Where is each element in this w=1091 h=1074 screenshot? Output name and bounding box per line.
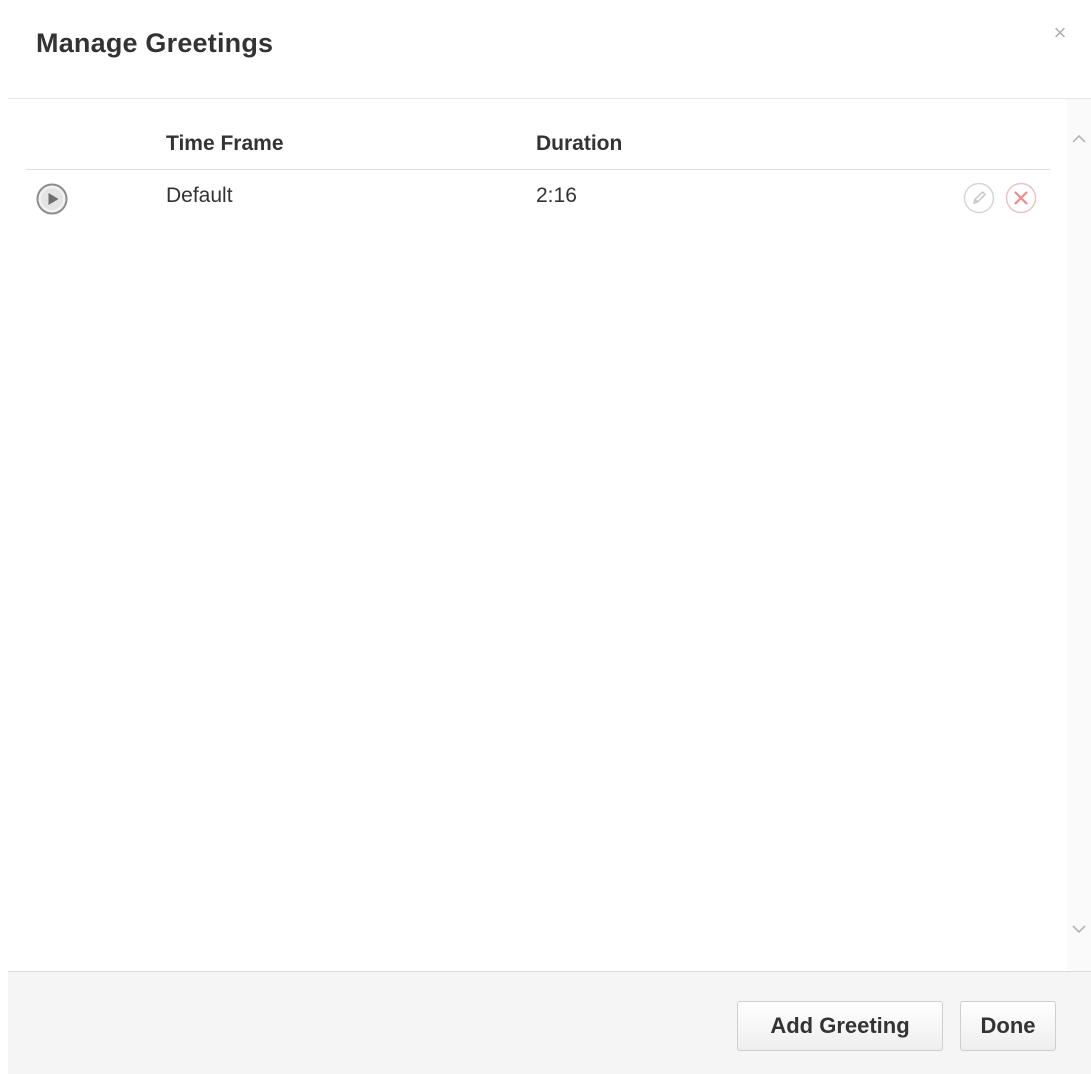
done-button[interactable]: Done [960, 1001, 1056, 1051]
table-row: Default 2:16 [26, 170, 1050, 222]
chevron-down-icon[interactable] [1069, 919, 1089, 939]
column-header-time-frame: Time Frame [166, 132, 284, 155]
add-greeting-button[interactable]: Add Greeting [737, 1001, 943, 1051]
greetings-list-panel: Time Frame Duration Default 2:16 [8, 99, 1091, 971]
dialog-title: Manage Greetings [36, 28, 274, 58]
dialog-footer: Add Greeting Done [8, 972, 1091, 1074]
table-header: Time Frame Duration [26, 99, 1050, 170]
time-frame-cell: Default [166, 184, 233, 207]
manage-greetings-dialog: Manage Greetings × Time Frame Duration D… [0, 0, 1091, 1074]
chevron-up-icon[interactable] [1069, 129, 1089, 149]
delete-x-icon[interactable] [1005, 182, 1037, 214]
scrollbar[interactable] [1067, 99, 1091, 971]
pencil-icon[interactable] [963, 182, 995, 214]
column-header-duration: Duration [536, 132, 623, 155]
play-icon[interactable] [36, 183, 68, 215]
greetings-table: Time Frame Duration Default 2:16 [26, 99, 1050, 222]
dialog-header: Manage Greetings × [0, 0, 1091, 98]
duration-cell: 2:16 [536, 184, 577, 207]
close-button[interactable]: × [1049, 22, 1071, 44]
